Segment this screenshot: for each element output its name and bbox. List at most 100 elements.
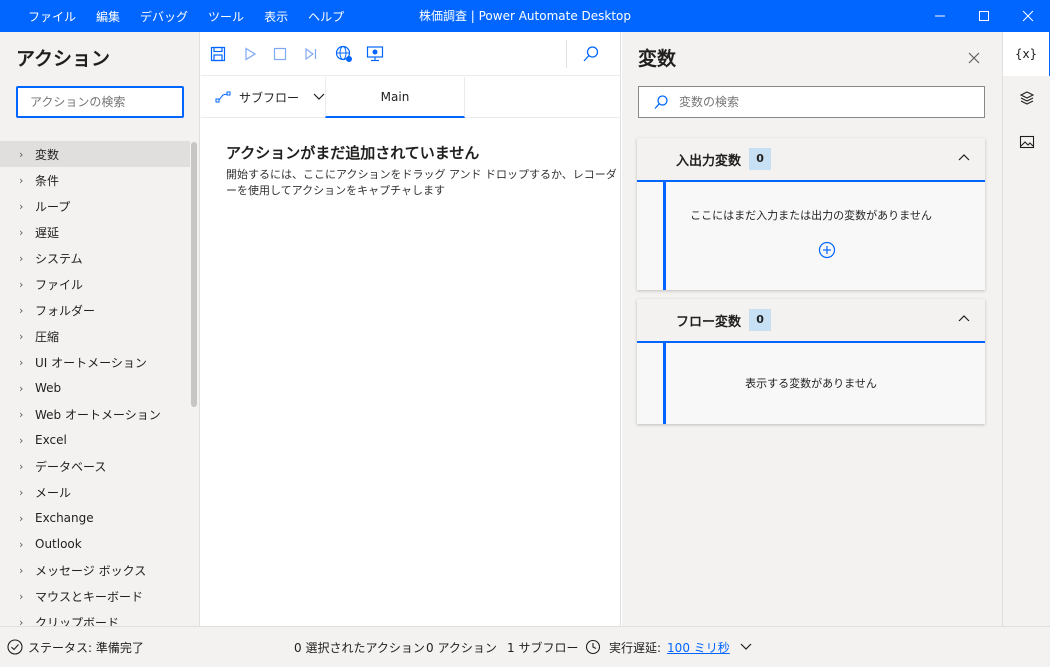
minimize-button[interactable] xyxy=(918,0,962,32)
action-category[interactable]: › Outlook xyxy=(0,531,190,557)
subflow-dropdown[interactable]: サブフロー xyxy=(215,77,325,117)
variables-panel: 変数 入出力変数 0 ここにはまだ入力または出力の変数がありません フロー変数 … xyxy=(622,32,1002,626)
chevron-right-icon: › xyxy=(19,277,24,291)
action-category[interactable]: › 遅延 xyxy=(0,219,190,245)
run-delay-label: 実行遅延: xyxy=(609,640,662,655)
run-delay-value[interactable]: 100 ミリ秒 xyxy=(667,639,730,656)
chevron-right-icon: › xyxy=(19,511,24,525)
empty-flow-description: 開始するには、ここにアクションをドラッグ アンド ドロップするか、レコーダーを使… xyxy=(226,168,617,197)
action-category-label: 圧縮 xyxy=(35,329,60,344)
action-category[interactable]: › UI オートメーション xyxy=(0,349,190,375)
flow-designer: サブフロー Main アクションがまだ追加されていません 開始するには、ここにア… xyxy=(201,32,621,626)
minimize-icon xyxy=(935,15,945,17)
search-flow-button[interactable] xyxy=(580,43,602,65)
maximize-button[interactable] xyxy=(962,0,1006,32)
io-variables-label: 入出力変数 xyxy=(676,153,742,169)
flow-variables-header[interactable]: フロー変数 0 xyxy=(637,299,985,343)
chevron-right-icon: › xyxy=(19,589,24,603)
toolbar-separator xyxy=(566,40,567,68)
action-category-label: メール xyxy=(35,485,72,500)
menu-tools[interactable]: ツール xyxy=(208,8,244,25)
selected-actions-count: 0 選択されたアクション xyxy=(294,640,425,655)
chevron-right-icon: › xyxy=(19,199,24,213)
action-category[interactable]: › メッセージ ボックス xyxy=(0,557,190,583)
menu-debug[interactable]: デバッグ xyxy=(140,8,188,25)
chevron-right-icon: › xyxy=(19,173,24,187)
close-variables-button[interactable] xyxy=(964,48,984,68)
action-category[interactable]: › 圧縮 xyxy=(0,323,190,349)
variable-search-box xyxy=(638,86,985,118)
menu-bar: ファイル 編集 デバッグ ツール 表示 ヘルプ xyxy=(28,0,364,32)
chevron-right-icon: › xyxy=(19,329,24,343)
action-category[interactable]: › Exchange xyxy=(0,505,190,531)
action-category-label: ループ xyxy=(35,199,71,214)
io-variables-empty: ここにはまだ入力または出力の変数がありません xyxy=(690,209,932,222)
check-circle-icon xyxy=(7,639,23,655)
menu-edit[interactable]: 編集 xyxy=(96,8,120,25)
action-category-label: 変数 xyxy=(35,147,60,162)
stop-button[interactable] xyxy=(269,43,291,65)
action-category[interactable]: › 変数 xyxy=(0,141,190,167)
chevron-down-icon[interactable] xyxy=(740,643,752,651)
status-text: ステータス: 準備完了 xyxy=(28,640,144,655)
action-category[interactable]: › Web xyxy=(0,375,190,401)
actions-panel: アクション › 変数 › 条件 › ループ › 遅延 › システム › ファイル › フォルダ… xyxy=(0,32,200,626)
actions-scrollbar[interactable] xyxy=(191,142,197,407)
desktop-recorder-button[interactable] xyxy=(364,43,386,65)
run-delay: 実行遅延: 100 ミリ秒 xyxy=(585,627,752,667)
tab-main[interactable]: Main xyxy=(325,77,465,118)
subflow-icon xyxy=(215,91,231,103)
run-next-button[interactable] xyxy=(300,43,322,65)
save-icon xyxy=(210,46,226,62)
action-category[interactable]: › クリップボード xyxy=(0,609,190,627)
action-category[interactable]: › 条件 xyxy=(0,167,190,193)
play-icon xyxy=(245,47,257,61)
image-icon xyxy=(1019,135,1035,149)
web-recorder-button[interactable] xyxy=(333,43,355,65)
ui-elements-rail-button[interactable] xyxy=(1003,76,1050,120)
menu-file[interactable]: ファイル xyxy=(28,8,76,25)
action-category-label: クリップボード xyxy=(35,615,120,627)
action-search-input[interactable] xyxy=(16,86,184,118)
search-icon xyxy=(583,46,599,62)
action-category-label: 条件 xyxy=(35,173,60,188)
variables-title: 変数 xyxy=(638,48,677,70)
action-category-label: ファイル xyxy=(35,277,84,292)
maximize-icon xyxy=(979,11,989,21)
flow-variables-empty: 表示する変数がありません xyxy=(745,377,877,390)
save-button[interactable] xyxy=(207,43,229,65)
action-category[interactable]: › システム xyxy=(0,245,190,271)
status-state: ステータス: 準備完了 xyxy=(7,627,144,667)
action-category[interactable]: › フォルダー xyxy=(0,297,190,323)
io-variables-header[interactable]: 入出力変数 0 xyxy=(637,138,985,182)
io-variables-body: ここにはまだ入力または出力の変数がありません xyxy=(637,182,985,288)
action-category[interactable]: › Web オートメーション xyxy=(0,401,190,427)
action-category-label: UI オートメーション xyxy=(35,355,147,370)
chevron-up-icon[interactable] xyxy=(957,311,971,325)
action-category[interactable]: › メール xyxy=(0,479,190,505)
action-category[interactable]: › データベース xyxy=(0,453,190,479)
flow-variables-body: 表示する変数がありません xyxy=(637,343,985,422)
add-variable-icon[interactable] xyxy=(818,241,836,259)
io-variables-count: 0 xyxy=(749,148,772,170)
chevron-up-icon[interactable] xyxy=(957,150,971,164)
variable-search-input[interactable] xyxy=(679,95,959,109)
chevron-right-icon: › xyxy=(19,407,24,421)
close-icon xyxy=(968,52,980,64)
close-window-button[interactable] xyxy=(1006,0,1050,32)
action-category-label: データベース xyxy=(35,459,107,474)
action-category[interactable]: › マウスとキーボード xyxy=(0,583,190,609)
menu-help[interactable]: ヘルプ xyxy=(308,8,344,25)
layers-icon xyxy=(1019,91,1035,105)
chevron-right-icon: › xyxy=(19,537,24,551)
menu-view[interactable]: 表示 xyxy=(264,8,288,25)
images-rail-button[interactable] xyxy=(1003,120,1050,164)
variables-rail-button[interactable]: {x} xyxy=(1003,32,1050,76)
action-category[interactable]: › ファイル xyxy=(0,271,190,297)
globe-icon xyxy=(335,45,352,62)
action-category-label: メッセージ ボックス xyxy=(35,563,147,578)
action-category[interactable]: › Excel xyxy=(0,427,190,453)
action-category[interactable]: › ループ xyxy=(0,193,190,219)
chevron-right-icon: › xyxy=(19,225,24,239)
run-button[interactable] xyxy=(239,43,261,65)
